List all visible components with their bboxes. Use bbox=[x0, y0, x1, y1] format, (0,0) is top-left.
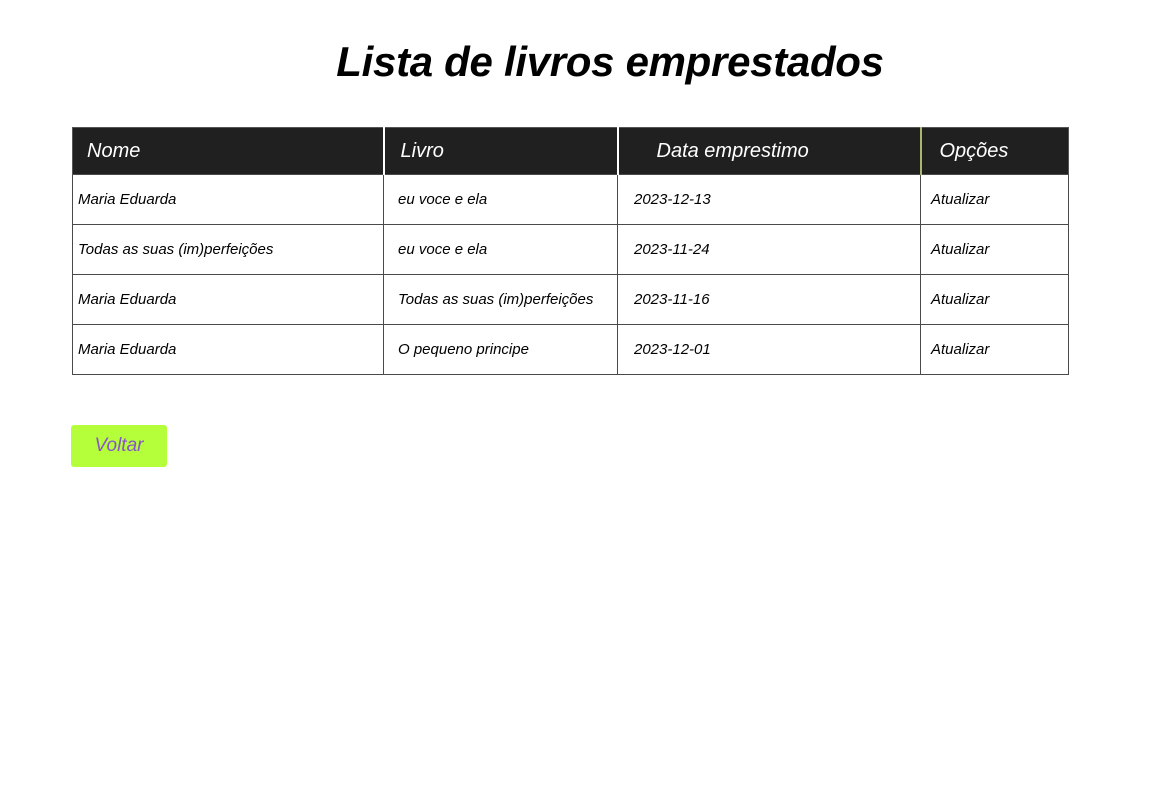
column-header-nome: Nome bbox=[72, 127, 385, 175]
cell-opcoes: Atualizar bbox=[920, 324, 1069, 375]
loans-table: Nome Livro Data emprestimo Opções Maria … bbox=[72, 127, 1069, 375]
cell-livro: eu voce e ela bbox=[383, 174, 618, 225]
cell-nome: Todas as suas (im)perfeições bbox=[72, 224, 384, 275]
cell-opcoes: Atualizar bbox=[920, 174, 1069, 225]
cell-data: 2023-11-16 bbox=[617, 274, 921, 325]
atualizar-link[interactable]: Atualizar bbox=[931, 241, 989, 258]
column-header-opcoes: Opções bbox=[919, 127, 1069, 175]
atualizar-link[interactable]: Atualizar bbox=[931, 341, 989, 358]
cell-nome: Maria Eduarda bbox=[72, 174, 384, 225]
cell-opcoes: Atualizar bbox=[920, 224, 1069, 275]
cell-livro: O pequeno principe bbox=[383, 324, 618, 375]
column-header-data-emprestimo: Data emprestimo bbox=[616, 127, 922, 175]
atualizar-link[interactable]: Atualizar bbox=[931, 191, 989, 208]
atualizar-link[interactable]: Atualizar bbox=[931, 291, 989, 308]
cell-nome: Maria Eduarda bbox=[72, 274, 384, 325]
header-row: Nome Livro Data emprestimo Opções bbox=[72, 127, 1069, 175]
table-row: Maria Eduarda O pequeno principe 2023-12… bbox=[72, 324, 1069, 375]
table-row: Maria Eduarda eu voce e ela 2023-12-13 A… bbox=[72, 174, 1069, 225]
cell-nome: Maria Eduarda bbox=[72, 324, 384, 375]
page: Lista de livros emprestados Nome Livro D… bbox=[0, 0, 1170, 807]
cell-opcoes: Atualizar bbox=[920, 274, 1069, 325]
table-body: Maria Eduarda eu voce e ela 2023-12-13 A… bbox=[72, 174, 1069, 375]
cell-data: 2023-12-13 bbox=[617, 174, 921, 225]
cell-data: 2023-12-01 bbox=[617, 324, 921, 375]
table-row: Maria Eduarda Todas as suas (im)perfeiçõ… bbox=[72, 274, 1069, 325]
column-header-livro: Livro bbox=[382, 127, 619, 175]
table-row: Todas as suas (im)perfeições eu voce e e… bbox=[72, 224, 1069, 275]
cell-livro: Todas as suas (im)perfeições bbox=[383, 274, 618, 325]
back-button[interactable]: Voltar bbox=[71, 425, 167, 467]
cell-data: 2023-11-24 bbox=[617, 224, 921, 275]
cell-livro: eu voce e ela bbox=[383, 224, 618, 275]
page-title: Lista de livros emprestados bbox=[336, 38, 884, 85]
table-header: Nome Livro Data emprestimo Opções bbox=[72, 127, 1069, 175]
